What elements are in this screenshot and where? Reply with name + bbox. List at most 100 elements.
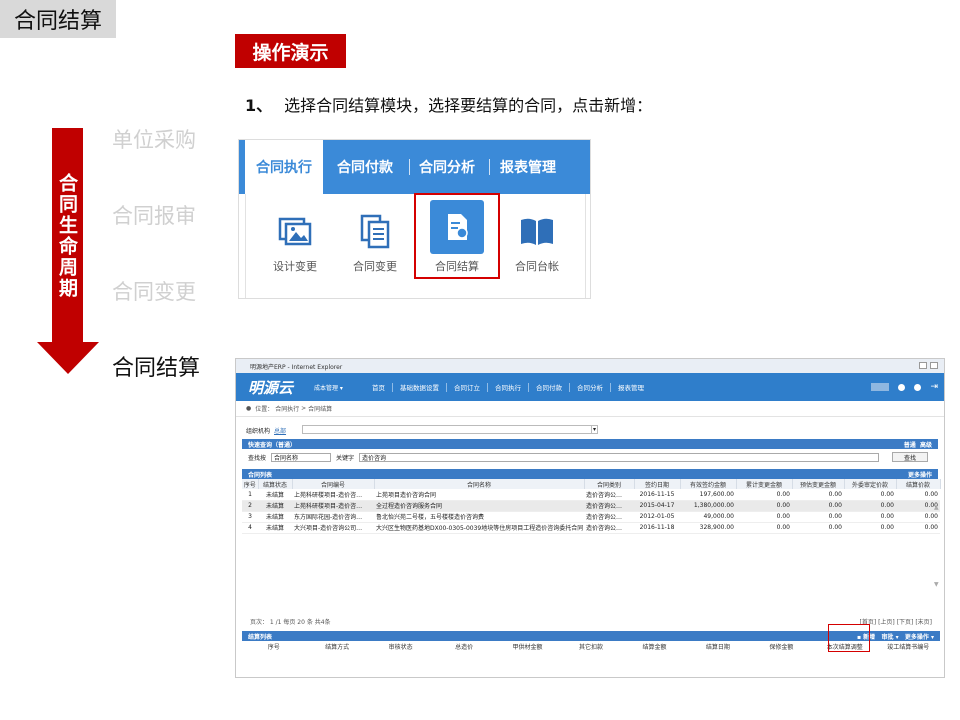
search-advanced[interactable]: 高级 (920, 442, 932, 449)
maximize-icon[interactable] (930, 362, 938, 369)
location-pin-icon: ● (246, 405, 252, 412)
table-cell: 0.00 (792, 522, 844, 534)
column-header[interactable]: 序号 (242, 479, 259, 489)
column-header[interactable]: 竣工结算书编号 (876, 641, 940, 651)
column-header[interactable]: 审核状态 (368, 641, 433, 651)
stage-unit-purchase: 单位采购 (112, 128, 196, 152)
logout-icon[interactable]: ⇥ (930, 382, 938, 392)
column-header[interactable]: 合同编号 (292, 479, 375, 489)
quick-search-header: 快速查询（普通） 普通 高级 (242, 439, 938, 449)
user-avatar[interactable] (871, 383, 890, 391)
stage-contract-review: 合同报审 (112, 204, 196, 228)
column-header[interactable]: 结算金额 (622, 641, 687, 651)
stage-contract-settlement: 合同结算 (112, 356, 201, 381)
org-link[interactable]: 总部 (274, 426, 286, 435)
column-header[interactable]: 合同类别 (584, 479, 635, 489)
nav-home[interactable]: 首页 (372, 382, 385, 392)
settings-icon[interactable] (898, 383, 906, 391)
table-cell: 4 (242, 522, 258, 534)
table-cell: 0.00 (896, 489, 940, 501)
table-cell: 328,900.00 (680, 522, 736, 534)
open-book-icon (518, 212, 556, 250)
nav-base-data[interactable]: 基础数据设置 (400, 382, 439, 392)
column-header[interactable]: 其它扣款 (559, 641, 623, 651)
add-button-highlight-box (828, 624, 870, 652)
table-cell: 上苑科研楼项目-造价咨… (292, 500, 374, 512)
erp-logo: 明源云 (248, 378, 294, 397)
column-header[interactable]: 序号 (242, 641, 306, 651)
org-select[interactable]: ▾ (302, 425, 598, 434)
column-header[interactable]: 累计变更金额 (736, 479, 793, 489)
nav-contract-signing[interactable]: 合同订立 (454, 382, 480, 392)
table-row[interactable]: 1 未结算 上苑科研楼项目-造价咨… 上苑项目造价咨询合同 造价咨询公… 2016-11-… (242, 489, 940, 501)
menu-item-contract-change[interactable]: 合同变更 (340, 204, 410, 274)
menu-item-label: 设计变更 (273, 260, 317, 273)
table-cell: 0.00 (844, 489, 896, 501)
table-cell: 0.00 (844, 500, 896, 512)
table-row[interactable]: 4 未结算 大兴项目-造价咨询公司… 大兴区生物医药基地DX00-0305-0039地… (242, 522, 940, 534)
table-cell: 3 (242, 511, 258, 523)
table-cell: 197,600.00 (680, 489, 736, 501)
breadcrumb-contract-execution[interactable]: 合同执行 (275, 404, 299, 413)
approve-button[interactable]: 审批 ▾ (881, 634, 898, 641)
tab-contract-payment[interactable]: 合同付款 (337, 140, 393, 194)
table-cell: 鲁北怡兴苑二号楼，五号楼楼造价咨询费 (374, 511, 584, 523)
table-row[interactable]: 2 未结算 上苑科研楼项目-造价咨… 全过程造价咨询服务合同 造价咨询公… 2015-04… (242, 500, 940, 512)
column-header[interactable]: 有效签约金额 (680, 479, 737, 489)
column-header[interactable]: 结算价款 (896, 479, 941, 489)
table-cell: 0.00 (736, 489, 792, 501)
column-header[interactable]: 结算日期 (686, 641, 750, 651)
menu-item-design-change[interactable]: 设计变更 (260, 204, 330, 274)
table-cell: 0.00 (792, 511, 844, 523)
table-cell: 1,380,000.00 (680, 500, 736, 512)
table-cell: 2015-04-17 (634, 500, 680, 512)
contract-table-header: 序号 结算状态 合同编号 合同名称 合同类别 签约日期 有效签约金额 累计变更金额 预估变更金额… (242, 479, 941, 489)
tab-report-management[interactable]: 报表管理 (500, 140, 556, 194)
table-cell: 未结算 (258, 489, 292, 501)
column-header[interactable]: 结算状态 (258, 479, 293, 489)
table-cell: 造价咨询公… (584, 511, 634, 523)
column-header[interactable]: 合同名称 (374, 479, 585, 489)
scrollbar[interactable]: ▲ ▼ (934, 504, 940, 604)
column-header[interactable]: 甲供材金额 (495, 641, 560, 651)
pager-prev[interactable]: [上页] (878, 619, 895, 626)
search-normal[interactable]: 普通 (904, 442, 916, 449)
keyword-input[interactable]: 造价咨询 (359, 452, 880, 462)
sort-field-select[interactable]: 合同名称 (271, 452, 332, 462)
table-cell: 0.00 (844, 511, 896, 523)
nav-contract-analysis[interactable]: 合同分析 (577, 382, 603, 392)
table-cell: 2012-01-05 (634, 511, 680, 523)
contract-list-header: 合同列表 更多操作 (242, 469, 938, 479)
pager-next[interactable]: [下页] (897, 619, 914, 626)
column-header[interactable]: 结算方式 (305, 641, 369, 651)
settlement-more-button[interactable]: 更多操作 ▾ (905, 634, 934, 641)
module-nav-bar: 合同执行 合同付款 合同分析 报表管理 (239, 140, 590, 194)
table-cell: 0.00 (736, 500, 792, 512)
minimize-icon[interactable] (919, 362, 927, 369)
menu-item-contract-ledger[interactable]: 合同台帐 (502, 204, 572, 274)
tab-contract-execution[interactable]: 合同执行 (245, 140, 323, 194)
column-header[interactable]: 保修金额 (749, 641, 814, 651)
browser-title-bar: 明源地产ERP - Internet Explorer (236, 359, 944, 373)
slide-title: 合同结算 (0, 0, 116, 38)
step-number: 1、 (245, 96, 273, 115)
find-button[interactable]: 查找 (892, 452, 928, 462)
column-header[interactable]: 签约日期 (634, 479, 681, 489)
pager-last[interactable]: [末页] (915, 619, 932, 626)
module-select[interactable]: 成本管理 ▾ (314, 383, 343, 392)
table-cell: 0.00 (736, 511, 792, 523)
table-cell: 0.00 (844, 522, 896, 534)
column-header[interactable]: 总造价 (432, 641, 496, 651)
table-cell: 东方国际花园-造价咨询… (292, 511, 374, 523)
tab-contract-analysis[interactable]: 合同分析 (419, 140, 475, 194)
column-header[interactable]: 预估变更金额 (792, 479, 845, 489)
org-filter: 组织机构 总部 ▾ (246, 425, 598, 435)
column-header[interactable]: 外委审定价款 (844, 479, 897, 489)
nav-contract-payment[interactable]: 合同付款 (536, 382, 562, 392)
nav-report-management[interactable]: 报表管理 (618, 382, 644, 392)
erp-top-bar: 明源云 成本管理 ▾ 首页 基础数据设置 合同订立 合同执行 合同付款 合同分析… (236, 373, 944, 401)
user-icon[interactable] (914, 383, 922, 391)
more-actions-button[interactable]: 更多操作 (908, 470, 932, 479)
table-row[interactable]: 3 未结算 东方国际花园-造价咨询… 鲁北怡兴苑二号楼，五号楼楼造价咨询费 造价咨询公…… (242, 511, 940, 523)
nav-contract-execution[interactable]: 合同执行 (495, 382, 521, 392)
